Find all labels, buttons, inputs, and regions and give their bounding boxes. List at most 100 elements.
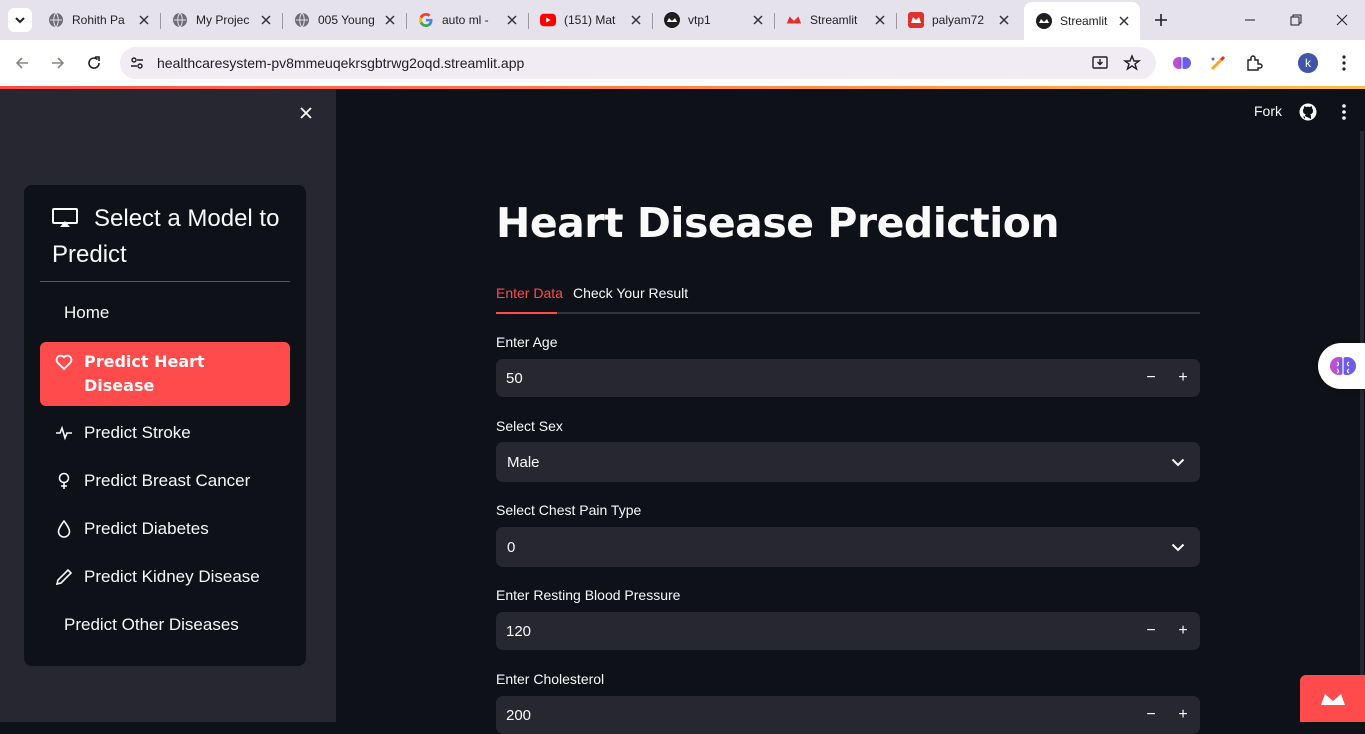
menu-item-label: Home (64, 303, 110, 322)
site-info-icon[interactable] (126, 52, 148, 74)
browser-tab[interactable]: My Projec (160, 4, 283, 36)
close-tab-icon[interactable] (382, 12, 398, 28)
address-bar[interactable]: healthcaresystem-pv8mmeuqekrsgbtrwg2oqd.… (120, 47, 1156, 79)
github-icon[interactable] (1298, 102, 1318, 122)
browser-menu-icon[interactable] (1333, 52, 1355, 74)
decrement-button[interactable]: − (1141, 368, 1161, 388)
increment-button[interactable]: + (1173, 368, 1193, 388)
streamlit-app-badge[interactable] (1300, 675, 1365, 722)
close-tab-icon[interactable] (628, 12, 644, 28)
menu-item-predict-kidney-disease[interactable]: Predict Kidney Disease (40, 557, 290, 597)
close-tab-icon[interactable] (872, 12, 888, 28)
menu-item-predict-diabetes[interactable]: Predict Diabetes (40, 509, 290, 549)
profile-avatar[interactable]: k (1298, 53, 1318, 73)
tab-enter-data[interactable]: Enter Data (496, 285, 563, 301)
close-tab-icon[interactable] (750, 12, 766, 28)
globe-icon (294, 12, 310, 28)
page-title: Heart Disease Prediction (496, 199, 1060, 247)
close-sidebar-button[interactable] (296, 103, 316, 123)
tab-title: palyam72 (932, 13, 985, 27)
bookmark-star-icon[interactable] (1122, 53, 1142, 73)
increment-button[interactable]: + (1173, 621, 1193, 641)
cholesterol-input[interactable]: 200 − + (496, 696, 1200, 734)
globe-icon (48, 12, 64, 28)
floating-extension-button[interactable] (1318, 343, 1365, 389)
age-input[interactable]: 50 − + (496, 359, 1200, 397)
active-tab-indicator (496, 312, 557, 314)
restore-button[interactable] (1286, 10, 1306, 30)
tab-title: auto ml - (442, 13, 489, 27)
browser-tab[interactable]: auto ml - (406, 4, 529, 36)
close-tab-icon[interactable] (996, 12, 1012, 28)
decrement-button[interactable]: − (1141, 621, 1161, 641)
plus-icon (1155, 14, 1167, 26)
chest-pain-label: Select Chest Pain Type (496, 502, 642, 518)
new-tab-button[interactable] (1150, 9, 1172, 31)
browser-tab[interactable]: Streamlit (774, 4, 897, 36)
pencil-icon (54, 567, 74, 587)
gender-female-icon (54, 471, 74, 491)
menu-item-predict-stroke[interactable]: Predict Stroke (40, 413, 290, 453)
menu-item-predict-heart-disease[interactable]: Predict Heart Disease (40, 342, 290, 406)
streamlit-red-square-icon (908, 12, 924, 28)
droplet-icon (54, 519, 74, 539)
fork-button[interactable]: Fork (1254, 103, 1282, 119)
url-text: healthcaresystem-pv8mmeuqekrsgbtrwg2oqd.… (157, 55, 525, 71)
browser-tab[interactable]: Rohith Pa (36, 4, 161, 36)
close-tab-icon[interactable] (1116, 13, 1132, 29)
sex-label: Select Sex (496, 418, 563, 434)
close-icon (1336, 14, 1348, 26)
tab-title: Rohith Pa (72, 13, 125, 27)
close-tab-icon[interactable] (136, 12, 152, 28)
age-value: 50 (506, 370, 523, 387)
brain-icon (1330, 357, 1356, 375)
tab-check-your-result[interactable]: Check Your Result (573, 285, 688, 301)
forward-button[interactable] (46, 51, 70, 75)
browser-tab[interactable]: palyam72 (896, 4, 1020, 36)
browser-tab[interactable]: 005 Young (282, 4, 407, 36)
age-label: Enter Age (496, 334, 558, 350)
menu-item-home[interactable]: Home (40, 293, 290, 333)
browser-tab[interactable]: vtp1 (652, 4, 775, 36)
arrow-right-icon (52, 57, 65, 69)
close-tab-icon[interactable] (258, 12, 274, 28)
menu-title: Select a Model to Predict (52, 201, 292, 273)
menu-item-label: Predict Kidney Disease (84, 567, 260, 586)
tab-list: Enter Data Check Your Result (496, 281, 1200, 314)
browser-tab[interactable]: (151) Mat (528, 4, 653, 36)
back-button[interactable] (10, 51, 34, 75)
menu-item-predict-breast-cancer[interactable]: Predict Breast Cancer (40, 461, 290, 501)
browser-tab-bar: Rohith Pa My Projec 005 Young auto ml - … (0, 0, 1365, 40)
tab-title: Streamlit (1060, 14, 1108, 28)
minimize-icon (1245, 19, 1255, 21)
browser-toolbar: healthcaresystem-pv8mmeuqekrsgbtrwg2oqd.… (0, 40, 1365, 86)
increment-button[interactable]: + (1173, 705, 1193, 725)
chest-pain-value: 0 (507, 539, 516, 556)
scrollbar[interactable] (1360, 131, 1364, 722)
cholesterol-label: Enter Cholesterol (496, 671, 605, 687)
chest-pain-select[interactable]: 0 (496, 527, 1200, 567)
extensions-puzzle-icon[interactable] (1243, 52, 1265, 74)
browser-tab-active[interactable]: Streamlit (1024, 2, 1140, 40)
globe-icon (172, 12, 188, 28)
blood-pressure-input[interactable]: 120 − + (496, 612, 1200, 650)
menu-item-predict-other-diseases[interactable]: Predict Other Diseases (40, 605, 290, 645)
decrement-button[interactable]: − (1141, 705, 1161, 725)
tab-title: (151) Mat (564, 13, 616, 27)
color-picker-extension-icon[interactable] (1207, 52, 1229, 74)
display-icon (52, 208, 78, 227)
tab-search-button[interactable] (8, 8, 32, 32)
close-window-button[interactable] (1332, 10, 1352, 30)
close-tab-icon[interactable] (504, 12, 520, 28)
brain-extension-icon[interactable] (1171, 52, 1193, 74)
tab-title: vtp1 (688, 13, 711, 27)
chevron-down-icon (1169, 453, 1187, 471)
install-app-icon[interactable] (1090, 53, 1110, 73)
sex-select[interactable]: Male (496, 442, 1200, 482)
close-icon (300, 107, 312, 119)
menu-item-label: Predict Diabetes (84, 519, 209, 538)
minimize-button[interactable] (1240, 10, 1260, 30)
tab-title: 005 Young (318, 13, 375, 27)
reload-button[interactable] (82, 51, 106, 75)
main-menu-icon[interactable] (1334, 102, 1354, 122)
